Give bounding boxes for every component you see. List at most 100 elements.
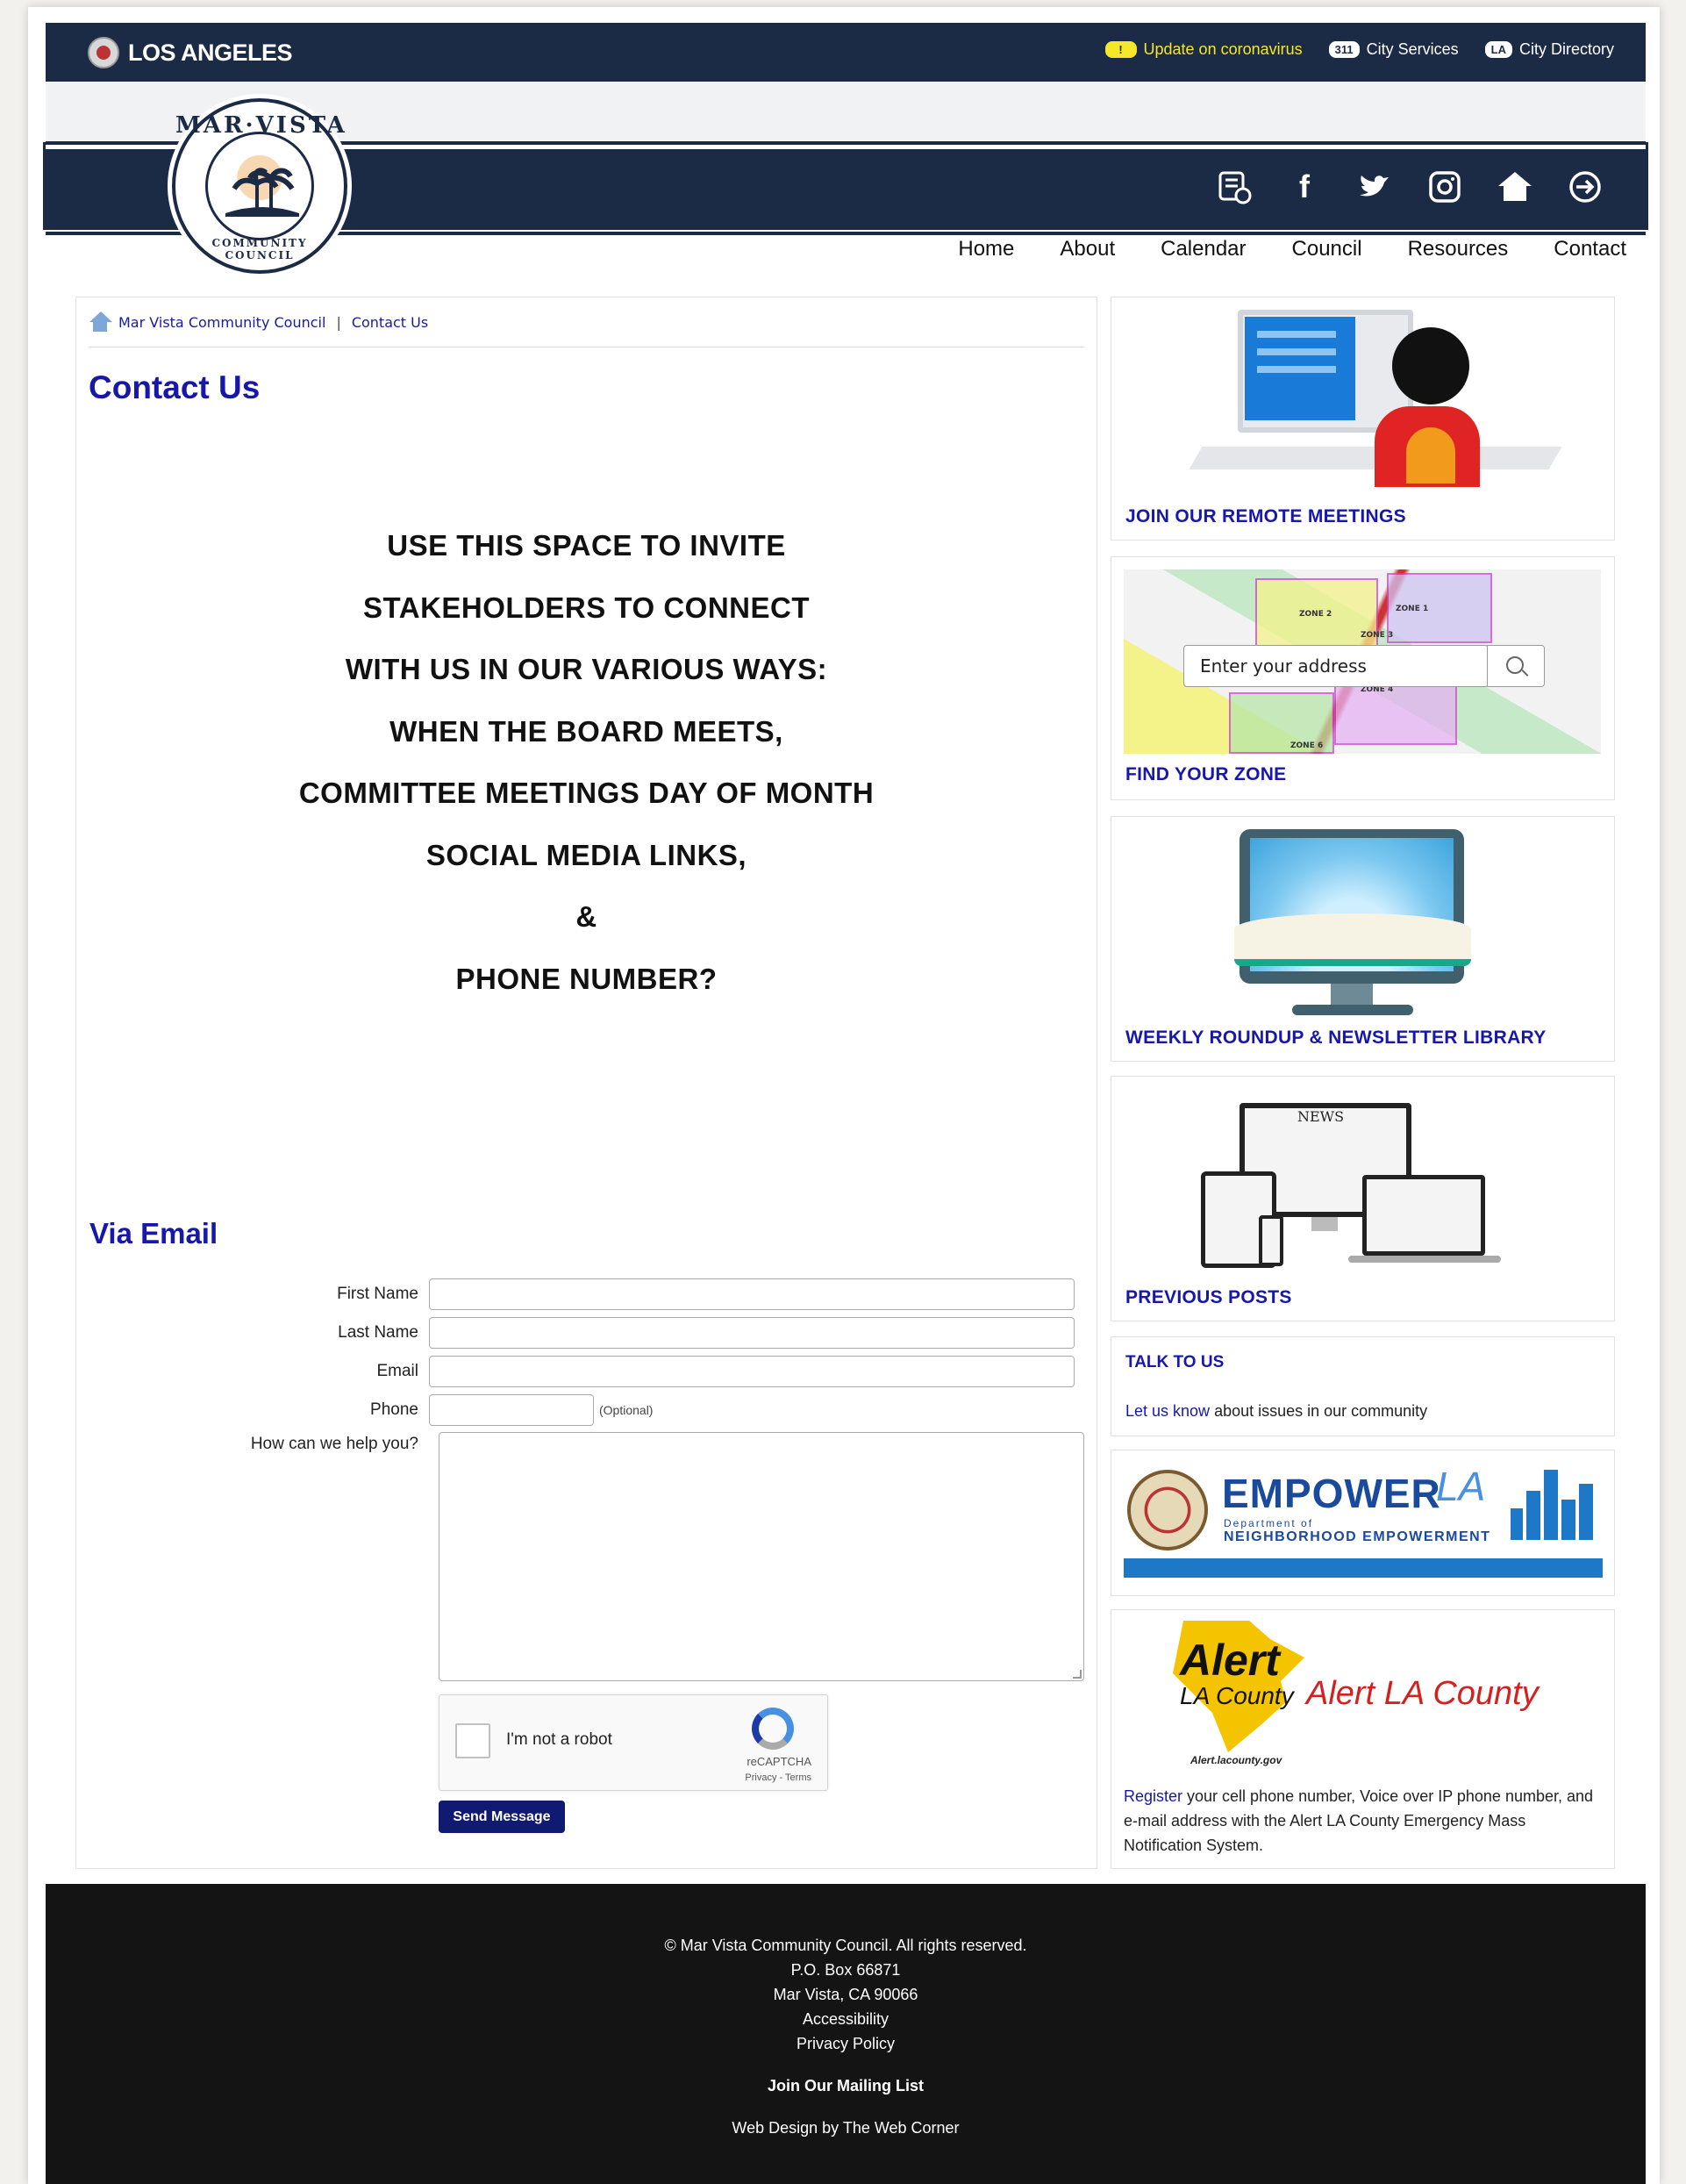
first-name-row: First Name <box>76 1278 1075 1310</box>
seal-bottom-text: COMMUNITY COUNCIL <box>211 237 308 261</box>
invite-line: WHEN THE BOARD MEETS, <box>389 714 783 748</box>
previous-posts-card[interactable]: NEWS PREVIOUS POSTS <box>1111 1076 1615 1321</box>
empower-dept-label: Department of <box>1224 1517 1314 1529</box>
nav-resources[interactable]: Resources <box>1408 237 1509 261</box>
alert-wordmark: Alert <box>1180 1636 1280 1685</box>
zone-label: ZONE 1 <box>1396 605 1429 613</box>
recaptcha-widget: I'm not a robot reCAPTCHA Privacy - Term… <box>439 1694 828 1791</box>
nav-council[interactable]: Council <box>1292 237 1362 261</box>
previous-posts-caption: PREVIOUS POSTS <box>1125 1287 1292 1307</box>
breadcrumb-council-link[interactable]: Mar Vista Community Council <box>118 314 325 331</box>
find-zone-caption[interactable]: FIND YOUR ZONE <box>1125 764 1287 785</box>
nav-home[interactable]: Home <box>958 237 1014 261</box>
invite-line: & <box>575 900 597 933</box>
palm-trees-icon <box>225 168 299 217</box>
coronavirus-update-link[interactable]: ! Update on coronavirus <box>1104 40 1303 59</box>
invite-line: WITH US IN OUR VARIOUS WAYS: <box>345 653 828 685</box>
footer-accessibility-link[interactable]: Accessibility <box>46 2010 1646 2029</box>
first-name-field[interactable] <box>429 1278 1075 1310</box>
newsletter-library-card[interactable]: WEEKLY ROUNDUP & NEWSLETTER LIBRARY <box>1111 816 1615 1062</box>
coronavirus-update-label: Update on coronavirus <box>1143 40 1303 58</box>
alert-url: Alert.lacounty.gov <box>1190 1754 1282 1766</box>
send-message-button[interactable]: Send Message <box>439 1801 565 1833</box>
recaptcha-logo-icon <box>752 1708 794 1750</box>
mar-vista-seal-logo[interactable]: MAR·VISTA COMMUNITY COUNCIL <box>172 98 347 274</box>
breadcrumb-home-icon[interactable] <box>89 311 112 333</box>
resize-grip-icon[interactable] <box>1073 1670 1082 1679</box>
invite-line: USE THIS SPACE TO INVITE <box>387 529 786 562</box>
main-nav: Home About Calendar Council Resources Co… <box>958 237 1626 261</box>
empower-wordmark: EMPOWER <box>1222 1471 1441 1516</box>
login-icon[interactable] <box>1567 168 1604 205</box>
social-icons: f <box>1216 168 1604 205</box>
recaptcha-brand: reCAPTCHA <box>747 1755 811 1768</box>
invite-line: STAKEHOLDERS TO CONNECT <box>363 591 810 624</box>
empower-la-card[interactable]: EMPOWER LA Department of NEIGHBORHOOD EM… <box>1111 1450 1615 1596</box>
invite-line: SOCIAL MEDIA LINKS, <box>425 838 747 871</box>
address-search-input[interactable]: Enter your address <box>1183 645 1489 687</box>
let-us-know-link[interactable]: Let us know <box>1125 1402 1210 1420</box>
nav-about[interactable]: About <box>1060 237 1115 261</box>
find-zone-card: ZONE 2 ZONE 1 ZONE 3 ZONE 4 ZONE 6 Enter… <box>1111 556 1615 800</box>
zone-4-area <box>1334 684 1457 745</box>
recaptcha-checkbox[interactable] <box>455 1723 490 1758</box>
via-email-heading: Via Email <box>89 1217 218 1250</box>
email-field[interactable] <box>429 1356 1075 1387</box>
nav-calendar[interactable]: Calendar <box>1161 237 1246 261</box>
message-label: How can we help you? <box>250 1435 418 1453</box>
invite-line: PHONE NUMBER? <box>455 962 718 995</box>
city-directory-label: City Directory <box>1518 40 1614 58</box>
newsletter-library-caption: WEEKLY ROUNDUP & NEWSLETTER LIBRARY <box>1125 1028 1547 1048</box>
register-link[interactable]: Register <box>1124 1787 1182 1805</box>
home-icon[interactable] <box>1497 168 1533 205</box>
zone-label: ZONE 6 <box>1290 741 1324 750</box>
breadcrumb-contact-link[interactable]: Contact Us <box>352 314 428 331</box>
alert-la-county-title[interactable]: Alert LA County <box>1306 1675 1539 1713</box>
message-row: How can we help you? <box>76 1435 429 1454</box>
los-angeles-label: LOS ANGELES <box>128 39 293 66</box>
zone-map[interactable]: ZONE 2 ZONE 1 ZONE 3 ZONE 4 ZONE 6 Enter… <box>1124 569 1601 754</box>
zone-label: ZONE 2 <box>1299 610 1332 619</box>
twitter-icon[interactable] <box>1356 168 1393 205</box>
city-services-link[interactable]: 311 City Services <box>1328 40 1459 59</box>
footer: © Mar Vista Community Council. All right… <box>46 1884 1646 2184</box>
seal-inner <box>205 132 314 240</box>
talk-to-us-title: TALK TO US <box>1125 1353 1225 1371</box>
breadcrumb-separator: | <box>336 313 341 331</box>
nav-contact[interactable]: Contact <box>1554 237 1626 261</box>
news-label: NEWS <box>1297 1108 1345 1125</box>
recaptcha-terms-link[interactable]: Privacy - Terms <box>745 1772 811 1783</box>
footer-web-design-credit[interactable]: Web Design by The Web Corner <box>46 2119 1646 2137</box>
facebook-icon[interactable]: f <box>1286 168 1323 205</box>
alert-body-text: your cell phone number, Voice over IP ph… <box>1124 1787 1594 1854</box>
empower-la-mark: LA <box>1436 1464 1486 1509</box>
email-row: Email <box>76 1356 1075 1387</box>
search-icon[interactable] <box>1487 645 1545 687</box>
remote-meetings-card[interactable]: JOIN OUR REMOTE MEETINGS <box>1111 297 1615 541</box>
invite-line: COMMITTEE MEETINGS DAY OF MONTH <box>298 777 875 809</box>
footer-mailing-list-link[interactable]: Join Our Mailing List <box>46 2077 1646 2095</box>
last-name-field[interactable] <box>429 1317 1075 1349</box>
talk-to-us-body: about issues in our community <box>1210 1402 1428 1420</box>
phone-field[interactable] <box>429 1394 594 1426</box>
city-top-links: ! Update on coronavirus 311 City Service… <box>1104 40 1614 59</box>
instagram-icon[interactable] <box>1426 168 1463 205</box>
footer-privacy-link[interactable]: Privacy Policy <box>46 2035 1646 2053</box>
city-services-label: City Services <box>1366 40 1459 58</box>
phone-row: Phone (Optional) <box>76 1394 653 1426</box>
city-top-bar: LOS ANGELES ! Update on coronavirus 311 … <box>46 23 1646 82</box>
la-badge: LA <box>1484 41 1512 58</box>
los-angeles-logo[interactable]: LOS ANGELES <box>88 37 293 68</box>
city-skyline-icon <box>1511 1470 1598 1540</box>
311-badge: 311 <box>1328 41 1360 58</box>
empower-banner-bar <box>1124 1558 1603 1578</box>
newsletter-icon[interactable] <box>1216 168 1253 205</box>
alert-la-county-card: Alert LA County Alert LA County Alert.la… <box>1111 1609 1615 1869</box>
zone-label: ZONE 3 <box>1361 631 1394 640</box>
city-directory-link[interactable]: LA City Directory <box>1484 40 1614 59</box>
last-name-label: Last Name <box>338 1323 418 1342</box>
page-title: Contact Us <box>89 369 261 405</box>
phone-label: Phone <box>370 1400 418 1419</box>
phone-optional-note: (Optional) <box>599 1403 654 1417</box>
message-textarea[interactable] <box>439 1432 1084 1681</box>
